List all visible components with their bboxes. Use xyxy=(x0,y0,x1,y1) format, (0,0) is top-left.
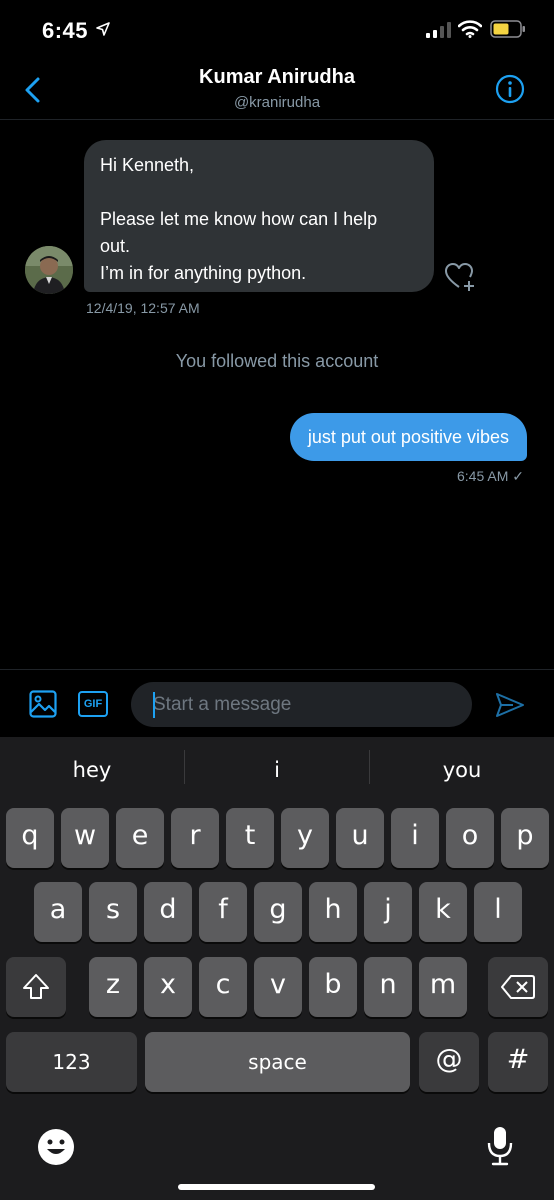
avatar-photo xyxy=(25,246,73,294)
message-line: Please let me know how can I help xyxy=(100,209,378,229)
signal-icon xyxy=(426,22,451,38)
at-key[interactable]: @ xyxy=(419,1032,479,1092)
key-x[interactable]: x xyxy=(144,957,192,1017)
status-bar: 6:45 xyxy=(0,0,554,60)
message-input[interactable] xyxy=(131,682,472,727)
key-u[interactable]: u xyxy=(336,808,384,868)
suggestion-item[interactable]: i xyxy=(185,737,369,803)
status-time: 6:45 xyxy=(42,18,89,43)
suggestion-item[interactable]: hey xyxy=(0,737,184,803)
text-caret xyxy=(153,692,155,718)
hash-key[interactable]: # xyxy=(488,1032,548,1092)
key-d[interactable]: d xyxy=(144,882,192,942)
key-i[interactable]: i xyxy=(391,808,439,868)
key-c[interactable]: c xyxy=(199,957,247,1017)
battery-icon xyxy=(490,20,525,38)
message-line: Hi Kenneth, xyxy=(100,155,195,175)
suggestion-bar: hey i you xyxy=(0,737,554,803)
key-s[interactable]: s xyxy=(89,882,137,942)
key-a[interactable]: a xyxy=(34,882,82,942)
mic-icon[interactable] xyxy=(485,1125,515,1167)
avatar[interactable] xyxy=(25,246,73,294)
home-indicator xyxy=(178,1184,375,1190)
key-e[interactable]: e xyxy=(116,808,164,868)
shift-icon xyxy=(23,974,49,999)
key-v[interactable]: v xyxy=(254,957,302,1017)
contact-handle: @kranirudha xyxy=(233,94,321,111)
key-g[interactable]: g xyxy=(254,882,302,942)
key-j[interactable]: j xyxy=(364,882,412,942)
key-m[interactable]: m xyxy=(419,957,467,1017)
wifi-icon xyxy=(458,20,482,38)
suggestion-item[interactable]: you xyxy=(370,737,554,803)
emoji-icon[interactable] xyxy=(36,1127,76,1167)
key-f[interactable]: f xyxy=(199,882,247,942)
key-n[interactable]: n xyxy=(364,957,412,1017)
key-h[interactable]: h xyxy=(309,882,357,942)
image-icon[interactable] xyxy=(29,690,57,718)
message-timestamp: 12/4/19, 12:57 AM xyxy=(86,300,200,316)
gif-icon[interactable]: GIF xyxy=(78,691,108,717)
key-b[interactable]: b xyxy=(309,957,357,1017)
key-w[interactable]: w xyxy=(61,808,109,868)
gif-label: GIF xyxy=(83,698,103,710)
conversation-header: Kumar Anirudha @kranirudha xyxy=(0,60,554,120)
key-o[interactable]: o xyxy=(446,808,494,868)
key-k[interactable]: k xyxy=(419,882,467,942)
message-composer: GIF xyxy=(0,669,554,737)
key-l[interactable]: l xyxy=(474,882,522,942)
heart-add-icon[interactable] xyxy=(444,262,478,292)
space-key[interactable]: space xyxy=(145,1032,410,1092)
system-note: You followed this account xyxy=(175,351,379,371)
key-r[interactable]: r xyxy=(171,808,219,868)
message-line: I’m in for anything python. xyxy=(100,263,307,283)
shift-key[interactable] xyxy=(6,957,66,1017)
backspace-key[interactable] xyxy=(488,957,548,1017)
key-q[interactable]: q xyxy=(6,808,54,868)
send-icon[interactable] xyxy=(495,692,525,718)
keyboard: hey i you q w e r t y u i o p a s d f g … xyxy=(0,737,554,1200)
key-t[interactable]: t xyxy=(226,808,274,868)
message-timestamp: 6:45 AM ✓ xyxy=(457,468,524,484)
location-arrow-icon xyxy=(96,22,110,36)
contact-name[interactable]: Kumar Anirudha xyxy=(0,66,554,89)
incoming-message-bubble[interactable]: Hi Kenneth, Please let me know how can I… xyxy=(84,140,434,292)
info-icon[interactable] xyxy=(495,74,525,104)
key-p[interactable]: p xyxy=(501,808,549,868)
message-line: out. xyxy=(100,236,131,256)
backspace-icon xyxy=(501,975,535,999)
outgoing-message-bubble[interactable]: just put out positive vibes xyxy=(289,413,527,461)
numbers-key[interactable]: 123 xyxy=(6,1032,137,1092)
key-z[interactable]: z xyxy=(89,957,137,1017)
key-y[interactable]: y xyxy=(281,808,329,868)
